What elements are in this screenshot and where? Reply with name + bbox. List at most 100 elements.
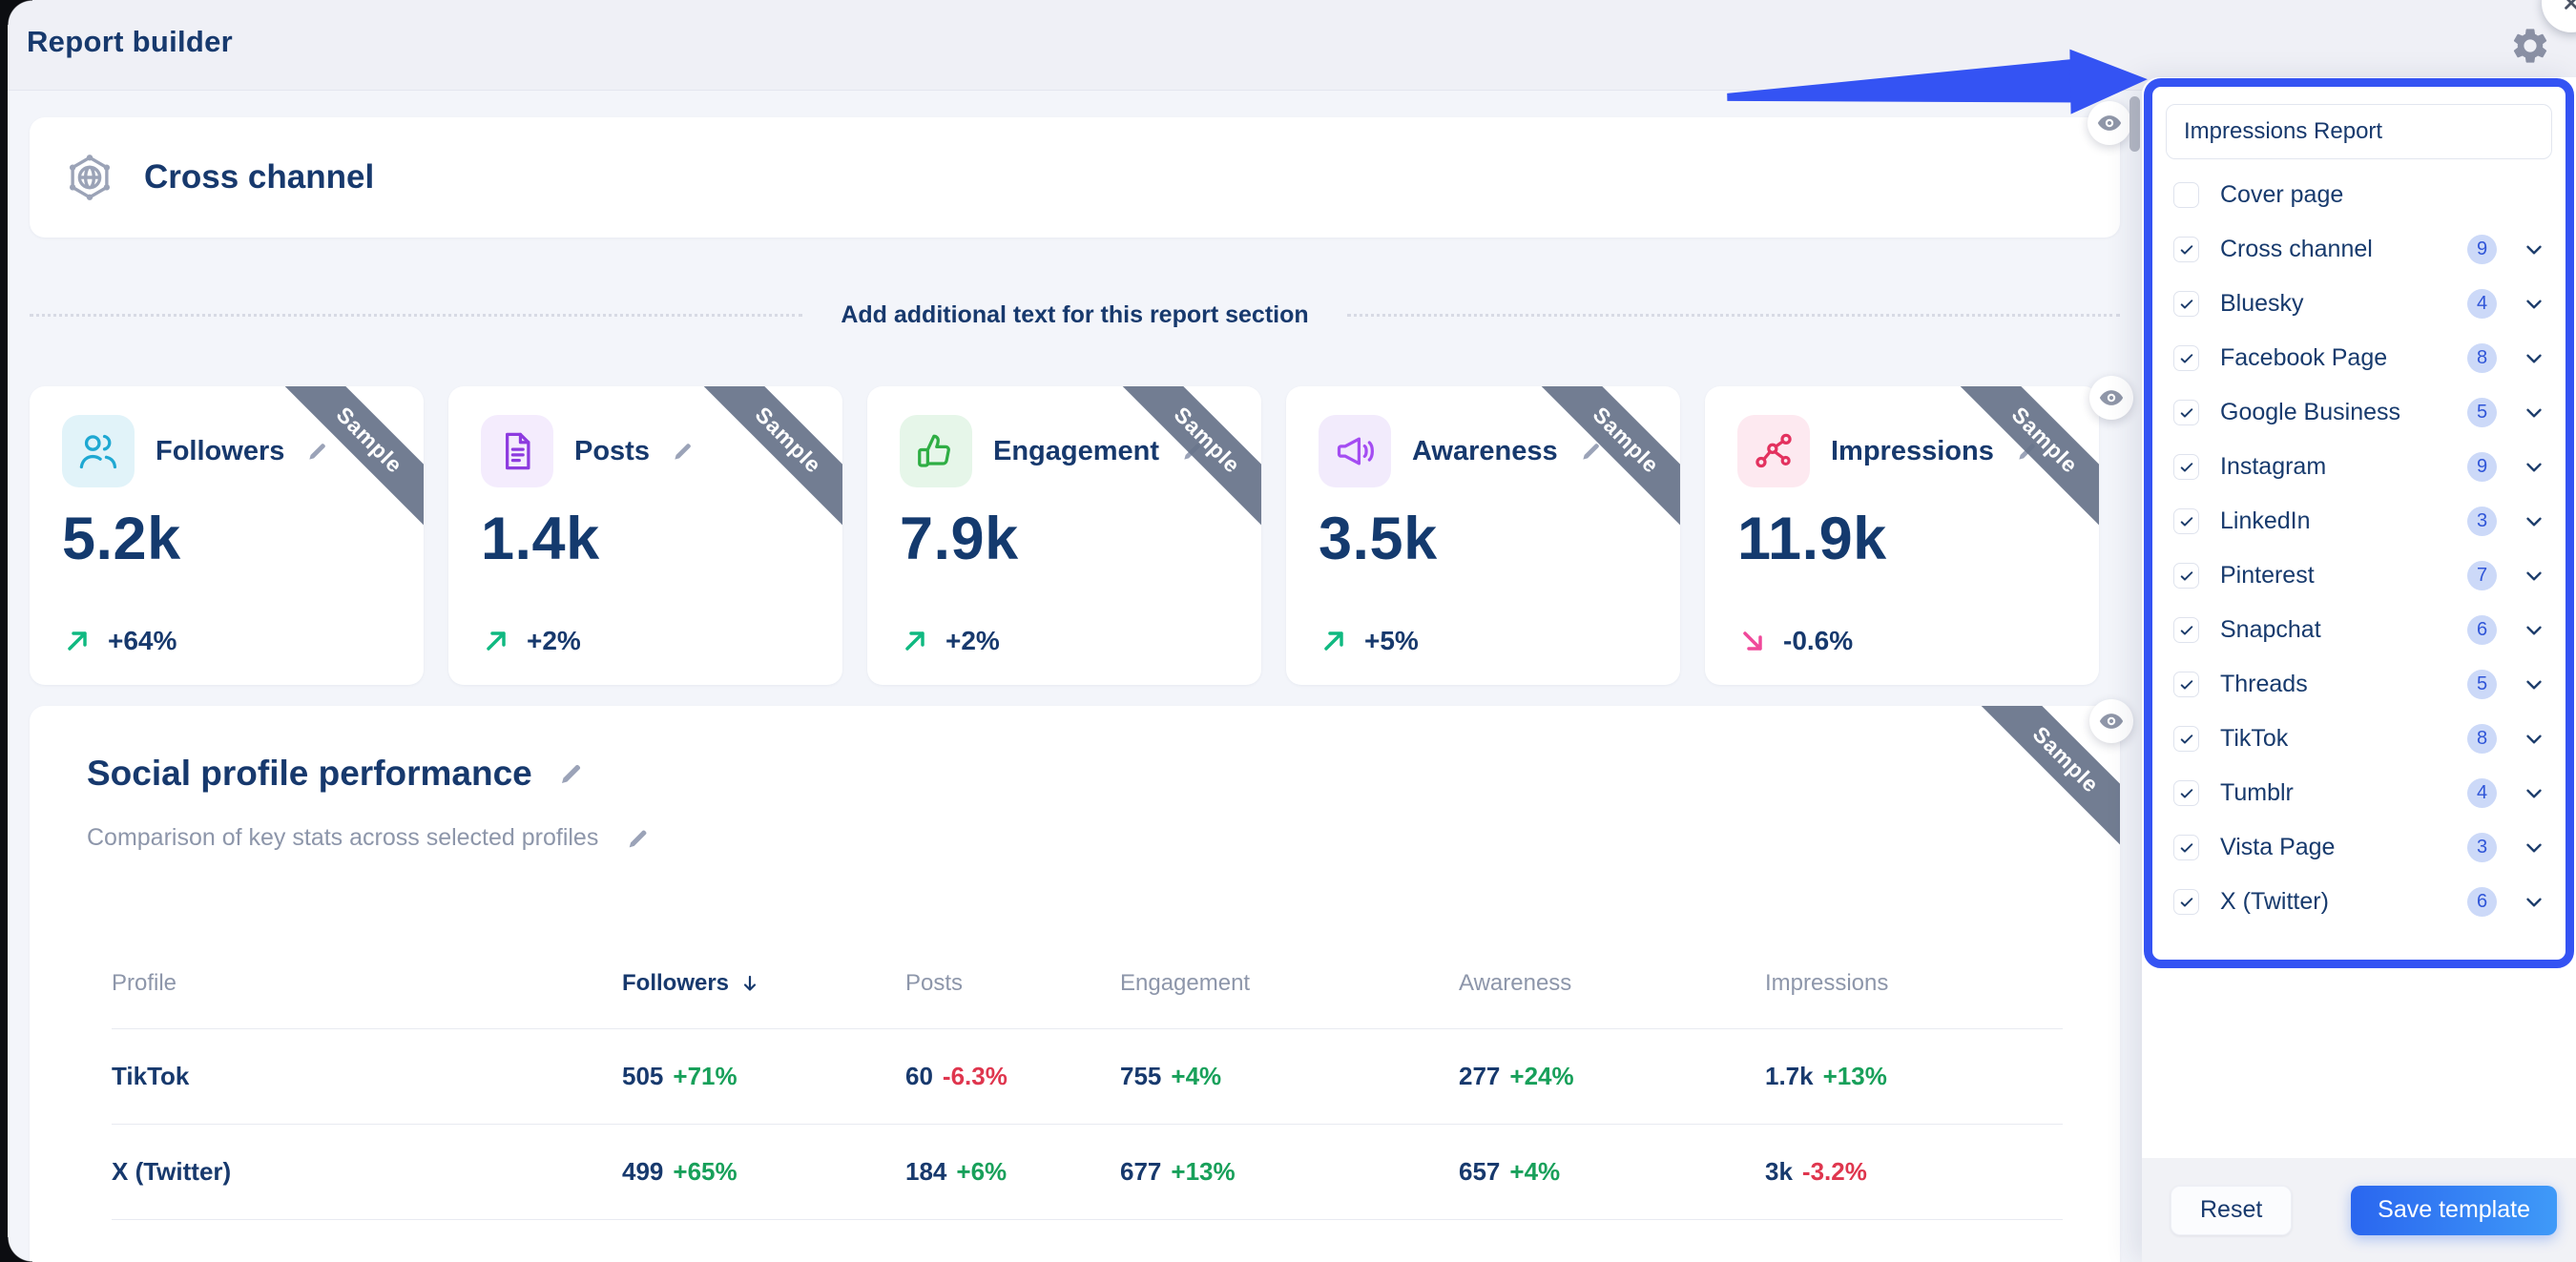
column-header-awareness[interactable]: Awareness	[1459, 970, 1765, 997]
chevron-down-icon[interactable]	[2522, 455, 2546, 480]
add-section-text-label: Add additional text for this report sect…	[802, 301, 1346, 329]
section-checkbox[interactable]	[2173, 835, 2199, 860]
metric-change: +5%	[1364, 626, 1419, 656]
report-name-input[interactable]	[2166, 104, 2552, 159]
sidebar-section-item[interactable]: Facebook Page 8	[2166, 331, 2552, 385]
section-count-badge: 6	[2467, 887, 2497, 917]
edit-metric-pencil-icon[interactable]	[2015, 439, 2040, 464]
dotted-divider	[1347, 314, 2120, 317]
scrollbar-thumb[interactable]	[2129, 96, 2140, 152]
sidebar-section-item[interactable]: X (Twitter) 6	[2166, 875, 2552, 929]
edit-title-pencil-icon[interactable]	[557, 759, 586, 788]
section-label: LinkedIn	[2220, 507, 2467, 535]
section-count-badge: 7	[2467, 561, 2497, 590]
sidebar-section-item[interactable]: Vista Page 3	[2166, 820, 2552, 875]
metric-cell: 184+6%	[905, 1157, 1120, 1187]
chevron-down-icon[interactable]	[2522, 890, 2546, 915]
section-checkbox[interactable]	[2173, 726, 2199, 752]
sidebar-section-item[interactable]: Tumblr 4	[2166, 766, 2552, 820]
edit-subtitle-pencil-icon[interactable]	[625, 825, 652, 852]
table-row[interactable]: TikTok505+71%60-6.3%755+4%277+24%1.7k+13…	[112, 1029, 2063, 1125]
section-count-badge: 4	[2467, 778, 2497, 808]
section-count-badge: 5	[2467, 398, 2497, 427]
section-checkbox[interactable]	[2173, 182, 2199, 208]
social-performance-title: Social profile performance	[87, 754, 532, 794]
report-template-drawer: Cover page Cross channel 9 Bluesky 4 Fac…	[2142, 77, 2576, 1262]
section-checkbox[interactable]	[2173, 345, 2199, 371]
eye-icon[interactable]	[2088, 101, 2131, 145]
column-header-posts[interactable]: Posts	[905, 970, 1120, 997]
edit-metric-pencil-icon[interactable]	[671, 439, 696, 464]
chevron-down-icon[interactable]	[2522, 727, 2546, 752]
table-row[interactable]: X (Twitter)499+65%184+6%677+13%657+4%3k-…	[112, 1125, 2063, 1220]
sidebar-section-item[interactable]: Instagram 9	[2166, 440, 2552, 494]
metric-cell: 277+24%	[1459, 1062, 1765, 1091]
metric-cell: 657+4%	[1459, 1157, 1765, 1187]
metric-value: 5.2k	[62, 505, 391, 573]
column-header-profile[interactable]: Profile	[112, 970, 622, 997]
section-label: Cover page	[2220, 181, 2467, 209]
section-label: Cross channel	[2220, 236, 2467, 263]
section-checkbox[interactable]	[2173, 780, 2199, 806]
section-label: Bluesky	[2220, 290, 2467, 318]
eye-icon[interactable]	[2089, 376, 2133, 420]
metric-cell: 1.7k+13%	[1765, 1062, 2063, 1091]
followers-users-icon	[62, 415, 135, 487]
section-label: Snapchat	[2220, 616, 2467, 644]
metric-cards-row: Followers 5.2k +64% Sample Posts 1.4k +2…	[30, 386, 2099, 685]
metric-card: Impressions 11.9k -0.6% Sample	[1705, 386, 2099, 685]
metric-change: +2%	[527, 626, 581, 656]
sidebar-section-item[interactable]: Cover page	[2166, 168, 2552, 222]
section-checkbox[interactable]	[2173, 889, 2199, 915]
section-checkbox[interactable]	[2173, 672, 2199, 697]
sidebar-section-item[interactable]: Pinterest 7	[2166, 548, 2552, 603]
edit-metric-pencil-icon[interactable]	[1180, 439, 1205, 464]
add-section-text[interactable]: Add additional text for this report sect…	[30, 301, 2120, 329]
metric-label: Posts	[574, 436, 650, 467]
sidebar-section-item[interactable]: Bluesky 4	[2166, 277, 2552, 331]
chevron-down-icon[interactable]	[2522, 346, 2546, 371]
column-header-followers[interactable]: Followers	[622, 970, 905, 997]
chevron-down-icon[interactable]	[2522, 781, 2546, 806]
gear-icon[interactable]	[2509, 25, 2551, 67]
sidebar-section-item[interactable]: Google Business 5	[2166, 385, 2552, 440]
section-count-badge: 4	[2467, 289, 2497, 319]
section-checkbox[interactable]	[2173, 291, 2199, 317]
sidebar-section-item[interactable]: Threads 5	[2166, 657, 2552, 712]
metric-value: 1.4k	[481, 505, 810, 573]
section-count-badge: 8	[2467, 343, 2497, 373]
chevron-down-icon[interactable]	[2522, 238, 2546, 262]
metric-change: -0.6%	[1783, 626, 1853, 656]
section-checkbox[interactable]	[2173, 563, 2199, 589]
chevron-down-icon[interactable]	[2522, 836, 2546, 860]
column-header-engagement[interactable]: Engagement	[1120, 970, 1459, 997]
section-label: Tumblr	[2220, 779, 2467, 807]
metric-card: Engagement 7.9k +2% Sample	[867, 386, 1261, 685]
sidebar-section-item[interactable]: Cross channel 9	[2166, 222, 2552, 277]
edit-metric-pencil-icon[interactable]	[1579, 439, 1604, 464]
column-header-impressions[interactable]: Impressions	[1765, 970, 2063, 997]
section-checkbox[interactable]	[2173, 400, 2199, 425]
section-checkbox[interactable]	[2173, 237, 2199, 262]
reset-button[interactable]: Reset	[2171, 1186, 2292, 1235]
chevron-down-icon[interactable]	[2522, 564, 2546, 589]
trend-arrow-icon	[62, 626, 93, 656]
section-label: TikTok	[2220, 725, 2467, 753]
section-label: Threads	[2220, 671, 2467, 698]
eye-icon[interactable]	[2089, 699, 2133, 743]
section-checkbox[interactable]	[2173, 617, 2199, 643]
metric-label: Followers	[156, 436, 284, 467]
section-checkbox[interactable]	[2173, 508, 2199, 534]
sidebar-section-item[interactable]: TikTok 8	[2166, 712, 2552, 766]
section-checkbox[interactable]	[2173, 454, 2199, 480]
sidebar-section-item[interactable]: LinkedIn 3	[2166, 494, 2552, 548]
chevron-down-icon[interactable]	[2522, 509, 2546, 534]
posts-document-icon	[481, 415, 553, 487]
chevron-down-icon[interactable]	[2522, 292, 2546, 317]
save-template-button[interactable]: Save template	[2351, 1186, 2557, 1235]
chevron-down-icon[interactable]	[2522, 618, 2546, 643]
sidebar-section-item[interactable]: Snapchat 6	[2166, 603, 2552, 657]
edit-metric-pencil-icon[interactable]	[305, 439, 330, 464]
chevron-down-icon[interactable]	[2522, 672, 2546, 697]
chevron-down-icon[interactable]	[2522, 401, 2546, 425]
